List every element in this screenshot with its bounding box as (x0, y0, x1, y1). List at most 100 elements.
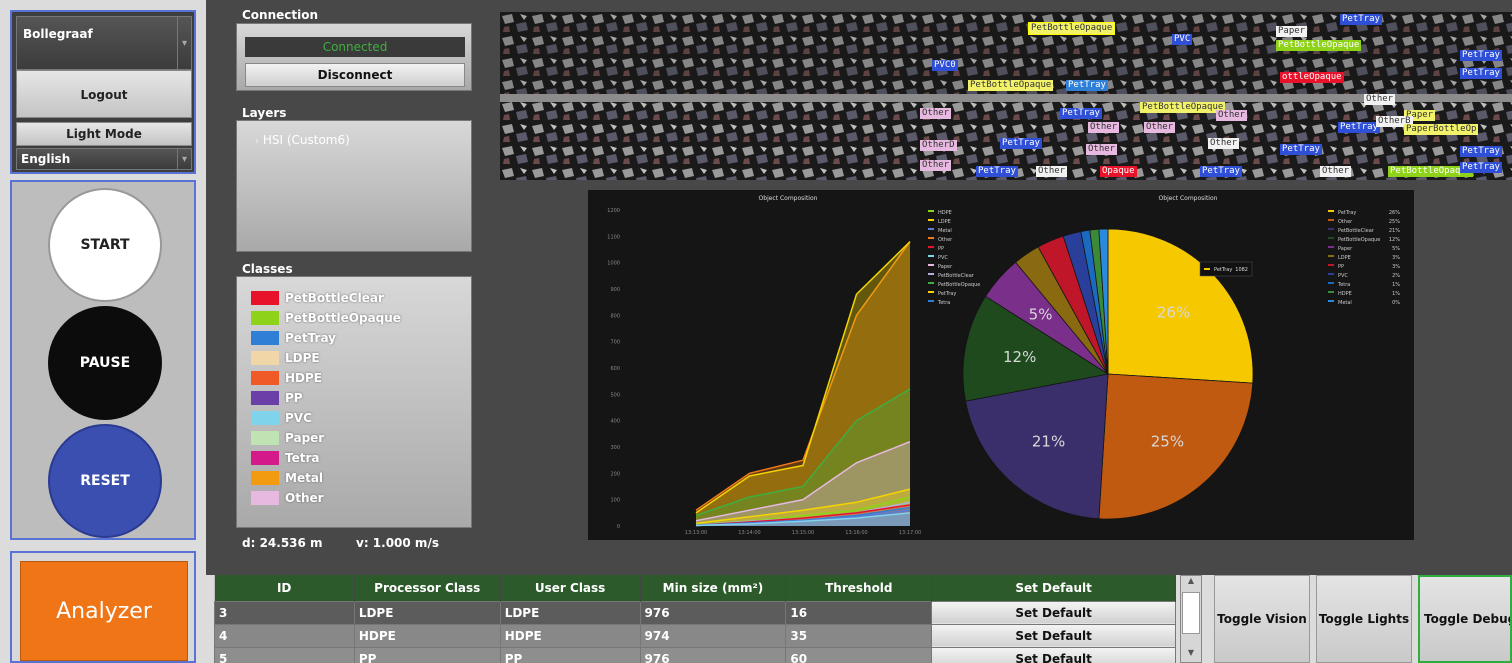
legend-label: HDPE (1338, 291, 1352, 297)
legend-label: Tetra (1337, 282, 1350, 288)
detection-label: PetTray (1338, 122, 1380, 133)
class-item[interactable]: PetTray (251, 329, 336, 347)
analyzer-panel: Analyzer (10, 551, 196, 663)
class-item[interactable]: Tetra (251, 449, 319, 467)
class-name: Metal (285, 471, 324, 485)
cell-threshold[interactable]: 35 (785, 623, 933, 648)
class-name: Tetra (285, 451, 320, 465)
table-row[interactable]: 4 HDPE HDPE 974 35 Set Default (214, 623, 1176, 648)
layer-item[interactable]: › HSI (Custom6) (255, 133, 350, 147)
y-tick-label: 800 (610, 313, 620, 319)
y-tick-label: 500 (610, 392, 620, 398)
class-color-swatch (251, 411, 279, 425)
layers-title: Layers (242, 106, 287, 120)
scroll-thumb[interactable] (1182, 592, 1200, 634)
column-header[interactable]: User Class (500, 575, 641, 601)
cell-min-size[interactable]: 976 (639, 646, 787, 663)
disconnect-button[interactable]: Disconnect (245, 63, 465, 87)
y-tick-label: 0 (617, 524, 620, 530)
set-default-button[interactable]: Set Default (931, 600, 1176, 625)
analyzer-button[interactable]: Analyzer (20, 561, 188, 661)
column-header[interactable]: Threshold (785, 575, 933, 601)
cell-threshold[interactable]: 60 (785, 646, 933, 663)
column-header[interactable]: Min size (mm²) (640, 575, 787, 601)
class-item[interactable]: HDPE (251, 369, 322, 387)
legend-value: 5% (1392, 246, 1400, 252)
legend-label: PetBottleOpaque (938, 282, 980, 288)
cell-id[interactable]: 4 (214, 623, 355, 648)
y-tick-label: 300 (610, 445, 620, 451)
chevron-right-icon: › (255, 136, 259, 147)
logout-button[interactable]: Logout (16, 70, 192, 118)
class-item[interactable]: PetBottleClear (251, 289, 384, 307)
legend-label: Tetra (937, 300, 950, 306)
connection-panel: Connected Disconnect (236, 23, 472, 91)
detection-label: PetBottleOpaque (1140, 102, 1226, 113)
light-mode-button[interactable]: Light Mode (16, 122, 192, 146)
start-button[interactable]: START (48, 188, 162, 302)
legend-swatch (1328, 291, 1334, 293)
set-default-button[interactable]: Set Default (931, 623, 1176, 648)
legend-label: PetTray (938, 291, 956, 297)
legend-value: 3% (1392, 264, 1400, 270)
detection-label: PaperBottleOp (1404, 124, 1479, 135)
legend-value: 25% (1389, 219, 1400, 225)
class-name: LDPE (285, 351, 320, 365)
chevron-down-icon: ▾ (177, 17, 191, 69)
cell-threshold[interactable]: 16 (785, 600, 933, 625)
cell-processor-class[interactable]: LDPE (353, 600, 501, 625)
y-tick-label: 700 (610, 340, 620, 346)
class-item[interactable]: PVC (251, 409, 312, 427)
legend-swatch (928, 273, 934, 275)
cell-min-size[interactable]: 974 (639, 623, 787, 648)
cell-min-size[interactable]: 976 (639, 600, 787, 625)
area-chart-title: Object Composition (759, 195, 818, 202)
column-header[interactable]: Processor Class (354, 575, 501, 601)
toggle-lights-button[interactable]: Toggle Lights (1316, 575, 1412, 663)
legend-label: PetBottleClear (938, 273, 975, 279)
scroll-down-icon[interactable]: ▼ (1181, 648, 1201, 662)
table-row[interactable]: 3 LDPE LDPE 976 16 Set Default (214, 600, 1176, 625)
detection-label: Other (1144, 122, 1176, 133)
toggle-debug-button[interactable]: Toggle Debug (1418, 575, 1512, 663)
class-name: PetTray (285, 331, 337, 345)
legend-label: HDPE (938, 210, 952, 216)
cell-id[interactable]: 3 (214, 600, 355, 625)
cell-user-class[interactable]: PP (499, 646, 641, 663)
cell-user-class[interactable]: LDPE (499, 600, 641, 625)
set-default-button[interactable]: Set Default (931, 646, 1176, 663)
detection-label: PetBottleOpaque (1276, 40, 1362, 51)
cell-processor-class[interactable]: HDPE (353, 623, 501, 648)
site-select[interactable]: Bollegraaf ▾ (16, 16, 192, 70)
class-item[interactable]: PetBottleOpaque (251, 309, 401, 327)
class-item[interactable]: Other (251, 489, 324, 507)
class-color-swatch (251, 451, 279, 465)
pause-button[interactable]: PAUSE (48, 306, 162, 420)
class-item[interactable]: Metal (251, 469, 323, 487)
class-item[interactable]: Paper (251, 429, 324, 447)
detection-label: Other (1036, 166, 1068, 177)
charts-svg: Object Composition 0 100 200 300 400 500 600 700… (607, 195, 1400, 536)
scroll-up-icon[interactable]: ▲ (1181, 576, 1201, 590)
pie-tooltip-value: 1082 (1235, 267, 1248, 273)
column-header[interactable]: Set Default (931, 575, 1176, 601)
class-item[interactable]: PP (251, 389, 303, 407)
table-row[interactable]: 5 PP PP 976 60 Set Default (214, 646, 1176, 663)
legend-swatch (928, 300, 934, 302)
class-item[interactable]: LDPE (251, 349, 320, 367)
table-scrollbar[interactable]: ▲ ▼ (1180, 575, 1202, 663)
conveyor-image (500, 12, 1512, 180)
y-tick-label: 100 (610, 498, 620, 504)
detection-label: OtherD (920, 140, 957, 151)
reset-button[interactable]: RESET (48, 424, 162, 538)
toggle-vision-button[interactable]: Toggle Vision (1214, 575, 1310, 663)
cell-processor-class[interactable]: PP (353, 646, 501, 663)
legend-value: 1% (1392, 282, 1400, 288)
cell-id[interactable]: 5 (214, 646, 355, 663)
settings-table: ID Processor Class User Class Min size (… (214, 575, 1176, 663)
legend-value: 21% (1389, 228, 1400, 234)
cell-user-class[interactable]: HDPE (499, 623, 641, 648)
column-header[interactable]: ID (214, 575, 355, 601)
language-select[interactable]: English ▾ (16, 148, 192, 170)
legend-swatch (928, 246, 934, 248)
